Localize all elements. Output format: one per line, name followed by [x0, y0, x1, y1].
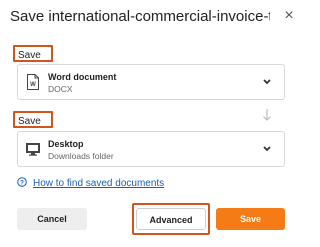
location-name: Desktop: [48, 139, 84, 149]
location-detail: Downloads folder: [48, 151, 114, 161]
svg-text:?: ?: [20, 180, 24, 187]
advanced-button[interactable]: Advanced: [136, 208, 206, 230]
save-button[interactable]: Save: [216, 208, 285, 230]
close-icon[interactable]: ×: [280, 7, 298, 25]
help-link-text[interactable]: How to find saved documents: [33, 178, 164, 189]
dialog-title: Save international-commercial-invoice-te…: [10, 8, 270, 25]
format-select[interactable]: W Word document DOCX: [17, 64, 285, 100]
question-circle-icon: ?: [17, 177, 27, 187]
monitor-icon: [26, 143, 40, 156]
format-name: Word document: [48, 72, 117, 82]
word-document-icon: W: [27, 74, 39, 90]
svg-text:W: W: [30, 82, 36, 88]
save-as-label: Save as: [13, 45, 53, 78]
save-dialog: Save international-commercial-invoice-te…: [0, 0, 304, 247]
chevron-down-icon: [263, 79, 271, 85]
chevron-down-icon: [263, 146, 271, 152]
location-select[interactable]: Desktop Downloads folder: [17, 131, 285, 167]
help-link[interactable]: ? How to find saved documents: [17, 177, 164, 191]
cancel-button[interactable]: Cancel: [17, 208, 87, 230]
save-to-label: Save to: [13, 111, 53, 144]
arrow-down-icon: [263, 109, 271, 121]
format-extension: DOCX: [48, 84, 73, 94]
